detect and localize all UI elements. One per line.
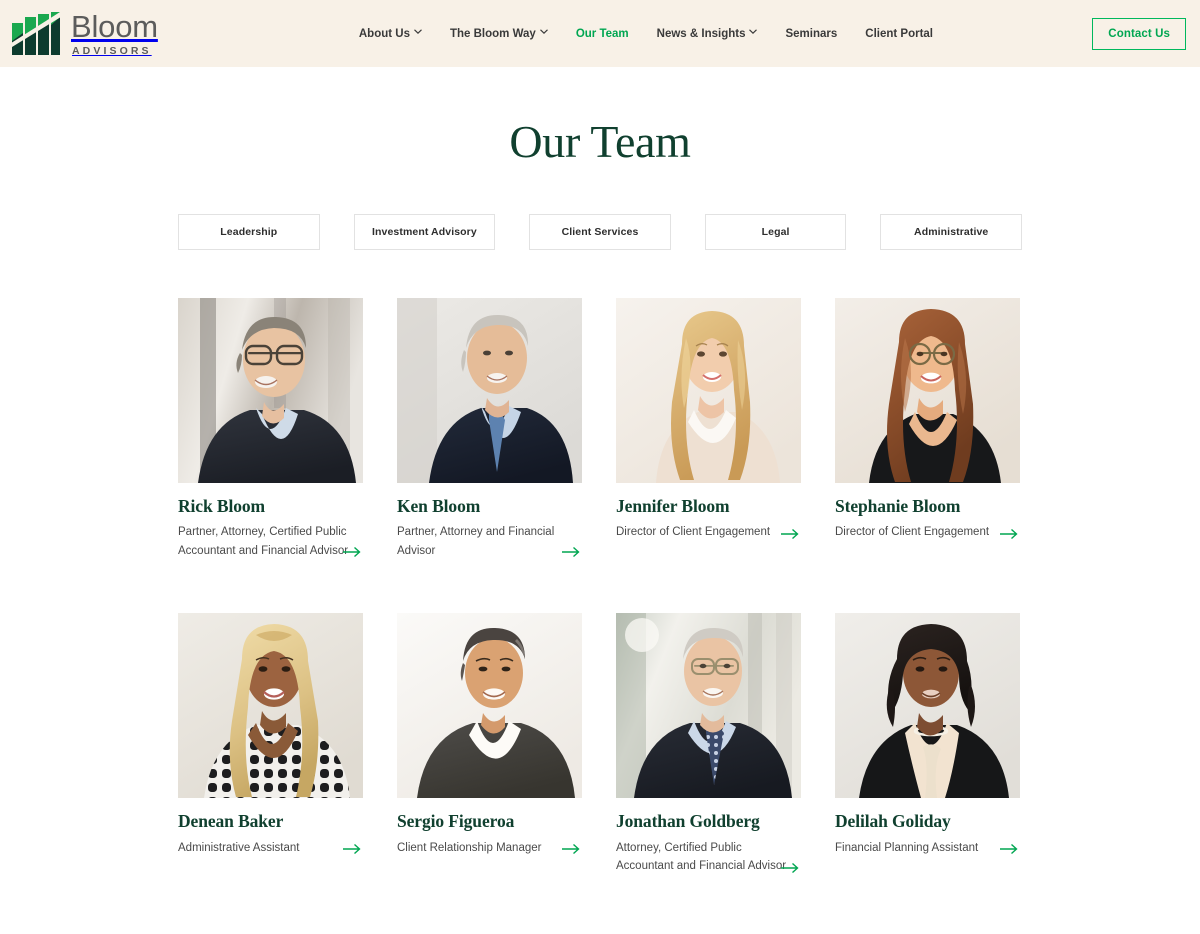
member-portrait	[397, 613, 582, 799]
chevron-down-icon	[540, 29, 548, 37]
team-member-card[interactable]: Jennifer Bloom Director of Client Engage…	[616, 298, 801, 560]
nav-label: News & Insights	[656, 27, 746, 40]
arrow-right-icon[interactable]	[343, 546, 363, 558]
nav-label: Our Team	[575, 27, 629, 40]
main-navigation: About Us The Bloom Way Our Team News & I…	[345, 22, 947, 46]
nav-label: About Us	[358, 27, 410, 40]
team-category-filters: Leadership Investment Advisory Client Se…	[0, 214, 1200, 250]
member-name: Jonathan Goldberg	[616, 811, 760, 832]
member-portrait	[616, 298, 801, 483]
arrow-right-icon[interactable]	[781, 862, 801, 874]
arrow-right-icon[interactable]	[1000, 843, 1020, 855]
member-portrait	[616, 613, 801, 799]
page-title: Our Team	[509, 116, 691, 167]
nav-label: The Bloom Way	[449, 27, 536, 40]
contact-us-button[interactable]: Contact Us	[1092, 18, 1186, 50]
arrow-right-icon[interactable]	[343, 843, 363, 855]
team-member-card[interactable]: Rick Bloom Partner, Attorney, Certified …	[178, 298, 363, 560]
nav-item-the-bloom-way[interactable]: The Bloom Way	[436, 22, 562, 46]
member-role: Partner, Attorney and Financial Advisor	[397, 526, 555, 557]
brand-tagline: ADVISORS	[72, 44, 152, 57]
member-portrait	[178, 298, 363, 483]
member-name: Jennifer Bloom	[616, 496, 730, 516]
member-role: Administrative Assistant	[178, 841, 300, 854]
team-member-card[interactable]: Jonathan Goldberg Attorney, Certified Pu…	[616, 613, 801, 875]
nav-label: Seminars	[785, 27, 838, 40]
nav-item-news-and-insights[interactable]: News & Insights	[643, 22, 772, 46]
member-portrait	[397, 298, 582, 483]
member-role: Financial Planning Assistant	[835, 841, 979, 854]
arrow-right-icon[interactable]	[562, 546, 582, 558]
member-role: Director of Client Engagement	[616, 526, 771, 539]
member-portrait	[835, 613, 1020, 799]
member-portrait	[835, 298, 1020, 483]
member-portrait	[178, 613, 363, 799]
member-role: Director of Client Engagement	[835, 526, 990, 539]
team-member-card[interactable]: Denean Baker Administrative Assistant	[178, 613, 363, 875]
filter-tab-investment-advisory[interactable]: Investment Advisory	[353, 214, 496, 250]
member-name: Stephanie Bloom	[835, 496, 961, 516]
member-name: Sergio Figueroa	[397, 811, 515, 832]
filter-tab-legal[interactable]: Legal	[704, 214, 847, 250]
filter-tab-administrative[interactable]: Administrative	[880, 214, 1022, 250]
member-name: Delilah Goliday	[835, 811, 951, 832]
member-name: Denean Baker	[178, 811, 284, 832]
filter-tab-client-services[interactable]: Client Services	[529, 214, 671, 250]
brand-logo-link[interactable]: Bloom ADVISORS	[10, 11, 158, 57]
nav-item-seminars[interactable]: Seminars	[771, 22, 851, 46]
nav-item-our-team[interactable]: Our Team	[562, 22, 643, 46]
member-role: Partner, Attorney, Certified Public Acco…	[178, 526, 349, 557]
member-name: Rick Bloom	[178, 496, 265, 516]
team-member-grid: Rick Bloom Partner, Attorney, Certified …	[0, 298, 1200, 876]
filter-tab-leadership[interactable]: Leadership	[178, 214, 320, 250]
nav-item-client-portal[interactable]: Client Portal	[851, 22, 947, 46]
team-member-card[interactable]: Ken Bloom Partner, Attorney and Financia…	[397, 298, 582, 560]
arrow-right-icon[interactable]	[562, 843, 582, 855]
arrow-right-icon[interactable]	[781, 528, 801, 540]
nav-label: Client Portal	[865, 27, 933, 40]
nav-item-about-us[interactable]: About Us	[345, 22, 436, 46]
member-name: Ken Bloom	[397, 496, 481, 516]
chevron-down-icon	[414, 29, 422, 37]
site-header: Bloom ADVISORS About Us The Bloom Way Ou…	[0, 0, 1200, 67]
team-member-card[interactable]: Sergio Figueroa Client Relationship Mana…	[397, 613, 582, 875]
member-role: Attorney, Certified Public Accountant an…	[616, 841, 787, 873]
team-member-card[interactable]: Delilah Goliday Financial Planning Assis…	[835, 613, 1020, 875]
chevron-down-icon	[749, 29, 758, 37]
brand-name: Bloom	[71, 8, 158, 44]
arrow-right-icon[interactable]	[1000, 528, 1020, 540]
bloom-bars-logo-icon	[10, 11, 62, 57]
member-role: Client Relationship Manager	[397, 841, 542, 854]
team-member-card[interactable]: Stephanie Bloom Director of Client Engag…	[835, 298, 1020, 560]
